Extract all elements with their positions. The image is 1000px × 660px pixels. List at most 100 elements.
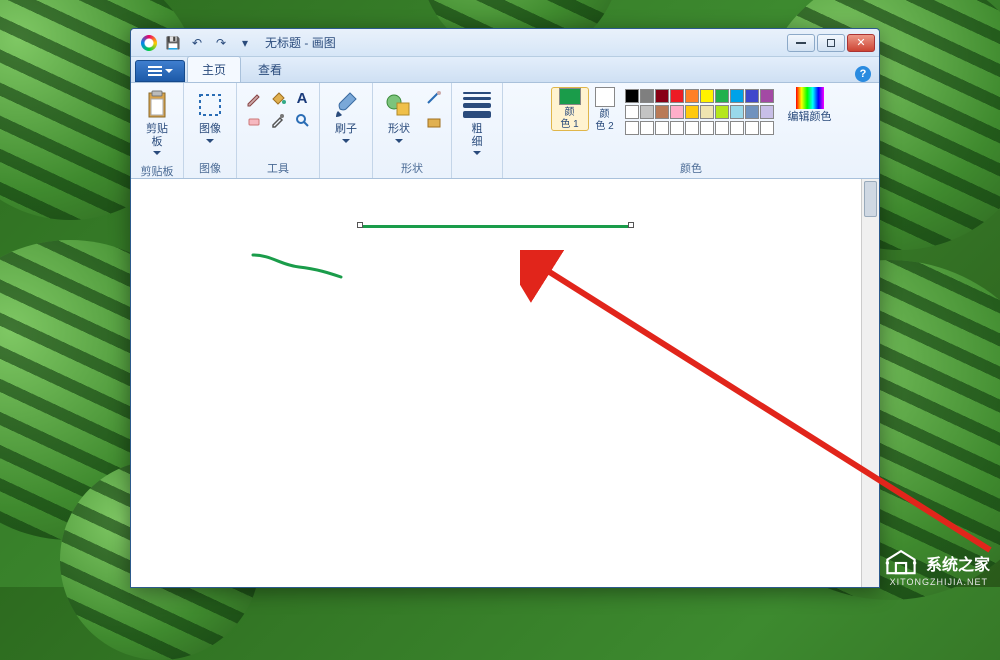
tab-view[interactable]: 查看 bbox=[243, 56, 297, 82]
palette-swatch[interactable] bbox=[715, 105, 729, 119]
brush-icon bbox=[330, 89, 362, 121]
select-button[interactable]: 图像 bbox=[190, 87, 230, 149]
close-button[interactable]: ✕ bbox=[847, 34, 875, 52]
color2-swatch bbox=[595, 87, 615, 107]
palette-swatch[interactable] bbox=[700, 105, 714, 119]
color-picker-tool[interactable] bbox=[267, 109, 289, 131]
color1-button[interactable]: 颜 色 1 bbox=[551, 87, 589, 131]
color-palette bbox=[625, 89, 774, 135]
fill-tool[interactable] bbox=[267, 87, 289, 109]
paste-button[interactable]: 剪贴 板 bbox=[137, 87, 177, 161]
maximize-button[interactable] bbox=[817, 34, 845, 52]
palette-swatch[interactable] bbox=[625, 105, 639, 119]
scrollbar-thumb[interactable] bbox=[864, 181, 877, 217]
titlebar[interactable]: 💾 ↶ ↷ ▾ 无标题 - 画图 ✕ bbox=[131, 29, 879, 57]
group-label: 颜色 bbox=[680, 158, 702, 178]
line-handle-end[interactable] bbox=[628, 222, 634, 228]
file-menu-button[interactable] bbox=[135, 60, 185, 82]
magnifier-tool[interactable] bbox=[291, 109, 313, 131]
palette-swatch[interactable] bbox=[715, 89, 729, 103]
shape-fill-button[interactable] bbox=[423, 111, 445, 133]
palette-swatch[interactable] bbox=[640, 89, 654, 103]
size-label: 粗 细 bbox=[472, 123, 483, 148]
paint-window: 💾 ↶ ↷ ▾ 无标题 - 画图 ✕ 主页 查看 ? 剪贴 bbox=[130, 28, 880, 588]
palette-swatch[interactable] bbox=[730, 89, 744, 103]
color1-label: 颜 色 1 bbox=[560, 107, 578, 130]
shapes-label: 形状 bbox=[388, 123, 410, 136]
vertical-scrollbar[interactable] bbox=[861, 179, 879, 587]
palette-swatch[interactable] bbox=[760, 89, 774, 103]
ribbon: 剪贴 板 剪贴板 图像 图像 A bbox=[131, 83, 879, 179]
shape-outline-button[interactable] bbox=[423, 87, 445, 109]
tab-home[interactable]: 主页 bbox=[187, 56, 241, 82]
palette-empty[interactable] bbox=[640, 121, 654, 135]
minimize-button[interactable] bbox=[787, 34, 815, 52]
palette-swatch[interactable] bbox=[685, 89, 699, 103]
quick-access-toolbar: 💾 ↶ ↷ ▾ bbox=[163, 33, 255, 53]
color2-label: 颜 色 2 bbox=[595, 109, 613, 132]
palette-empty[interactable] bbox=[625, 121, 639, 135]
app-icon bbox=[141, 35, 157, 51]
pencil-tool[interactable] bbox=[243, 87, 265, 109]
save-button[interactable]: 💾 bbox=[163, 33, 183, 53]
chevron-down-icon bbox=[395, 139, 403, 147]
watermark-text: 系统之家 bbox=[926, 551, 990, 575]
palette-swatch[interactable] bbox=[670, 105, 684, 119]
paste-label: 剪贴 板 bbox=[146, 123, 168, 148]
palette-empty[interactable] bbox=[655, 121, 669, 135]
watermark-url: XITONGZHIJIA.NET bbox=[890, 577, 988, 587]
brushes-button[interactable]: 刷子 bbox=[326, 87, 366, 149]
chevron-down-icon bbox=[206, 139, 214, 147]
shapes-button[interactable]: 形状 bbox=[379, 87, 419, 149]
group-shapes: 形状 形状 bbox=[373, 83, 452, 178]
thickness-icon bbox=[462, 89, 492, 121]
brushes-label: 刷子 bbox=[335, 123, 357, 136]
palette-empty[interactable] bbox=[730, 121, 744, 135]
palette-swatch[interactable] bbox=[655, 89, 669, 103]
chevron-down-icon bbox=[473, 151, 481, 159]
group-size: 粗 细 x bbox=[452, 83, 503, 178]
group-label: 形状 bbox=[401, 158, 423, 178]
palette-swatch[interactable] bbox=[655, 105, 669, 119]
group-image: 图像 图像 bbox=[184, 83, 237, 178]
rainbow-icon bbox=[796, 87, 824, 109]
watermark-logo bbox=[884, 549, 918, 577]
drawn-line[interactable] bbox=[361, 225, 631, 228]
eraser-tool[interactable] bbox=[243, 109, 265, 131]
line-handle-start[interactable] bbox=[357, 222, 363, 228]
redo-button[interactable]: ↷ bbox=[211, 33, 231, 53]
palette-swatch[interactable] bbox=[730, 105, 744, 119]
group-brushes: 刷子 刷子 bbox=[320, 83, 373, 178]
chevron-down-icon bbox=[165, 69, 173, 77]
size-button[interactable]: 粗 细 bbox=[458, 87, 496, 161]
palette-swatch[interactable] bbox=[685, 105, 699, 119]
palette-swatch[interactable] bbox=[760, 105, 774, 119]
help-button[interactable]: ? bbox=[855, 66, 871, 82]
palette-empty[interactable] bbox=[715, 121, 729, 135]
palette-swatch[interactable] bbox=[640, 105, 654, 119]
text-tool[interactable]: A bbox=[291, 87, 313, 109]
palette-empty[interactable] bbox=[700, 121, 714, 135]
palette-swatch[interactable] bbox=[745, 89, 759, 103]
palette-empty[interactable] bbox=[745, 121, 759, 135]
palette-empty[interactable] bbox=[760, 121, 774, 135]
group-tools: A 工具 bbox=[237, 83, 320, 178]
palette-swatch[interactable] bbox=[625, 89, 639, 103]
qat-customize[interactable]: ▾ bbox=[235, 33, 255, 53]
undo-button[interactable]: ↶ bbox=[187, 33, 207, 53]
group-clipboard: 剪贴 板 剪贴板 bbox=[131, 83, 184, 178]
palette-swatch[interactable] bbox=[670, 89, 684, 103]
edit-colors-button[interactable]: 编辑颜色 bbox=[788, 87, 832, 124]
shapes-icon bbox=[383, 89, 415, 121]
edit-colors-label: 编辑颜色 bbox=[788, 111, 832, 124]
palette-swatch[interactable] bbox=[700, 89, 714, 103]
window-title: 无标题 - 画图 bbox=[265, 34, 336, 51]
palette-empty[interactable] bbox=[670, 121, 684, 135]
palette-empty[interactable] bbox=[685, 121, 699, 135]
chevron-down-icon bbox=[342, 139, 350, 147]
group-label: 图像 bbox=[199, 158, 221, 178]
canvas-area bbox=[131, 179, 879, 587]
palette-swatch[interactable] bbox=[745, 105, 759, 119]
color2-button[interactable]: 颜 色 2 bbox=[595, 87, 615, 132]
canvas[interactable] bbox=[131, 179, 861, 587]
